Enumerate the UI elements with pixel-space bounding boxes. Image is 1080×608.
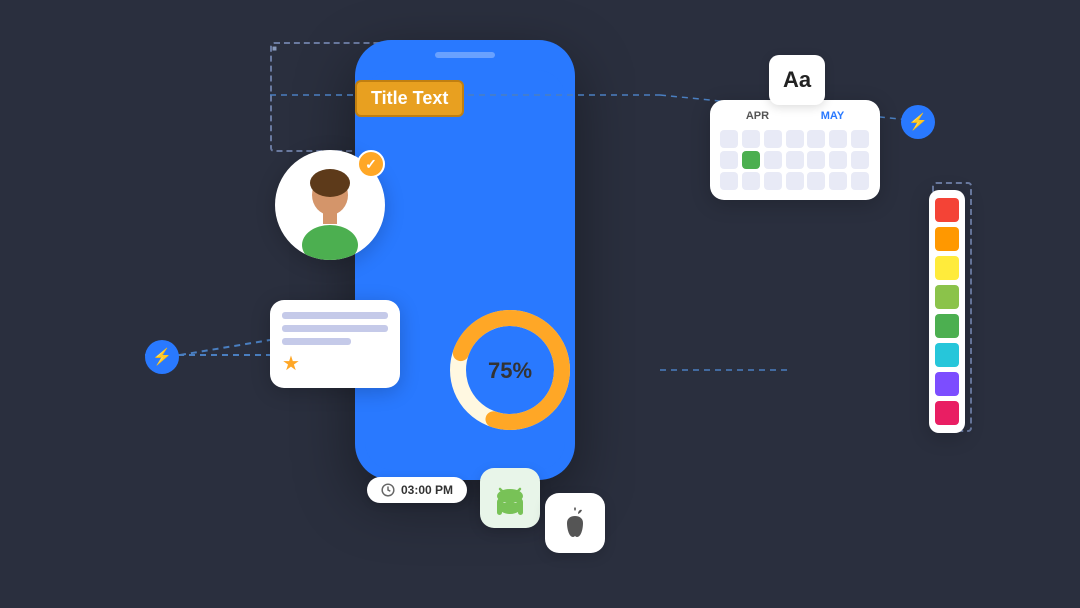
color-swatch-red[interactable]: [935, 198, 959, 222]
typography-icon: Aa: [769, 55, 825, 105]
color-swatch-green[interactable]: [935, 314, 959, 338]
calendar-cell: [851, 172, 869, 190]
card-widget: ★: [270, 300, 400, 388]
apple-icon: [545, 493, 605, 553]
calendar-cell: [720, 172, 738, 190]
calendar-cell: [786, 151, 804, 169]
time-badge-text: 03:00 PM: [401, 483, 453, 497]
calendar-cell: [829, 172, 847, 190]
calendar-cell: [742, 172, 760, 190]
calendar-header: APR MAY: [720, 110, 870, 122]
calendar-grid: [720, 130, 870, 190]
calendar-cell: [786, 172, 804, 190]
calendar-cell: [851, 130, 869, 148]
donut-chart-svg: 75%: [440, 300, 580, 440]
calendar-cell: [764, 172, 782, 190]
calendar-month-apr: APR: [746, 110, 769, 122]
calendar-cell: [829, 151, 847, 169]
calendar-cell: [807, 130, 825, 148]
calendar-month-may: MAY: [821, 110, 844, 122]
card-line-2: [282, 325, 388, 332]
avatar-figure: ✓: [275, 150, 385, 260]
calendar-cell: [720, 151, 738, 169]
donut-chart-container: 75%: [440, 300, 580, 445]
avatar-person-svg: [285, 165, 375, 260]
card-line-1: [282, 312, 388, 319]
color-swatch-purple[interactable]: [935, 372, 959, 396]
clock-icon: [381, 483, 395, 497]
calendar-cell: [829, 130, 847, 148]
lightning-left-icon: ⚡: [145, 340, 179, 374]
calendar-cell: [807, 172, 825, 190]
apple-svg: [559, 505, 591, 541]
calendar-cell: [807, 151, 825, 169]
title-text-label[interactable]: Title Text: [355, 80, 464, 117]
calendar-cell: [851, 151, 869, 169]
android-svg: [492, 480, 528, 516]
lightning-right-icon: ⚡: [901, 105, 935, 139]
color-swatch-pink[interactable]: [935, 401, 959, 425]
calendar-cell-active: [742, 151, 760, 169]
calendar-cell: [764, 130, 782, 148]
android-icon: [480, 468, 540, 528]
color-palette: [929, 190, 965, 433]
calendar-cell: [742, 130, 760, 148]
color-swatch-orange[interactable]: [935, 227, 959, 251]
color-swatch-yellow[interactable]: [935, 256, 959, 280]
color-swatch-cyan[interactable]: [935, 343, 959, 367]
card-line-3: [282, 338, 351, 345]
calendar-cell: [720, 130, 738, 148]
calendar-cell: [786, 130, 804, 148]
calendar-widget: APR MAY: [710, 100, 880, 200]
color-swatch-light-green[interactable]: [935, 285, 959, 309]
donut-percent-label: 75%: [488, 358, 532, 383]
avatar-checkmark: ✓: [357, 150, 385, 178]
card-star-icon: ★: [282, 351, 388, 376]
calendar-cell: [764, 151, 782, 169]
time-badge: 03:00 PM: [367, 477, 467, 503]
